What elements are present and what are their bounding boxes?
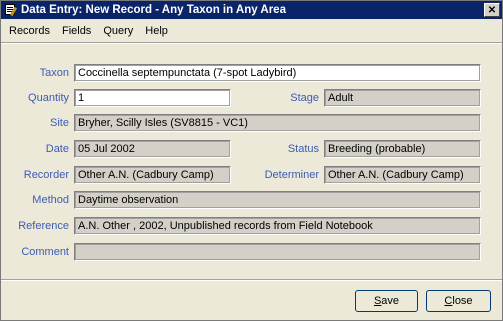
reference-label: Reference — [18, 220, 69, 232]
recorder-field[interactable]: Other A.N. (Cadbury Camp) — [74, 166, 231, 184]
menu-records[interactable]: Records — [1, 25, 56, 37]
determiner-field[interactable]: Other A.N. (Cadbury Camp) — [324, 166, 481, 184]
recorder-label: Recorder — [23, 169, 69, 181]
close-button-label: lose — [452, 295, 473, 307]
method-label: Method — [32, 194, 69, 206]
save-button[interactable]: Save — [355, 290, 418, 312]
data-entry-app-icon — [4, 4, 18, 17]
method-field[interactable]: Daytime observation — [74, 191, 481, 209]
close-icon[interactable]: ✕ — [484, 3, 500, 17]
stage-field[interactable]: Adult — [324, 89, 481, 107]
quantity-input[interactable]: 1 — [74, 89, 231, 107]
save-button-label: ave — [381, 295, 400, 307]
menu-fields[interactable]: Fields — [56, 25, 97, 37]
menu-help[interactable]: Help — [139, 25, 174, 37]
taxon-label: Taxon — [39, 67, 69, 79]
reference-field[interactable]: A.N. Other , 2002, Unpublished records f… — [74, 217, 481, 235]
site-field[interactable]: Bryher, Scilly Isles (SV8815 - VC1) — [74, 114, 481, 132]
menu-divider — [1, 42, 502, 44]
status-field[interactable]: Breeding (probable) — [324, 140, 481, 158]
determiner-label: Determiner — [264, 169, 319, 181]
taxon-input[interactable]: Coccinella septempunctata (7-spot Ladybi… — [74, 64, 481, 82]
window-title: Data Entry: New Record - Any Taxon in An… — [21, 4, 286, 16]
menu-bar: Records Fields Query Help — [1, 21, 502, 40]
date-field[interactable]: 05 Jul 2002 — [74, 140, 231, 158]
comment-field[interactable] — [74, 243, 481, 261]
comment-label: Comment — [21, 246, 69, 258]
close-button[interactable]: Close — [426, 290, 491, 312]
title-bar[interactable]: Data Entry: New Record - Any Taxon in An… — [1, 1, 502, 19]
stage-label: Stage — [290, 92, 319, 104]
date-label: Date — [45, 143, 69, 155]
site-label: Site — [50, 117, 69, 129]
data-entry-window: Data Entry: New Record - Any Taxon in An… — [0, 0, 503, 321]
quantity-label: Quantity — [28, 92, 69, 104]
status-label: Status — [287, 143, 319, 155]
button-divider — [1, 279, 502, 281]
menu-query[interactable]: Query — [97, 25, 139, 37]
